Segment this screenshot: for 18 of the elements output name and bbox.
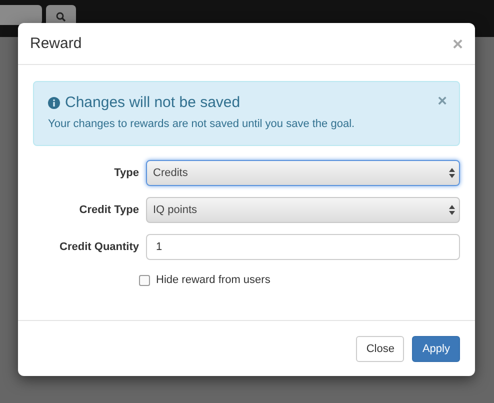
dialog-title: Reward [30, 35, 82, 52]
alert-title: Changes will not be saved [65, 94, 240, 111]
field-label: Credit Type [78, 204, 140, 216]
apply-button[interactable]: Apply [412, 336, 460, 362]
search-icon [56, 12, 66, 22]
close-button[interactable]: Close [356, 336, 404, 362]
select-field[interactable]: Credits [146, 160, 460, 186]
alert-message: Your changes to rewards are not saved until you save the goal. [48, 118, 356, 130]
search-field[interactable] [0, 5, 42, 25]
field-label: Type [113, 167, 140, 179]
checkbox-label: Hide reward from users [156, 274, 270, 286]
checkbox[interactable] [139, 274, 150, 286]
updown-icon [449, 168, 455, 178]
input-field[interactable]: 1 [146, 234, 460, 260]
updown-icon [449, 205, 455, 215]
info-icon [48, 96, 60, 108]
field-label: Credit Quantity [58, 241, 140, 253]
select-field[interactable]: IQ points [146, 197, 460, 223]
